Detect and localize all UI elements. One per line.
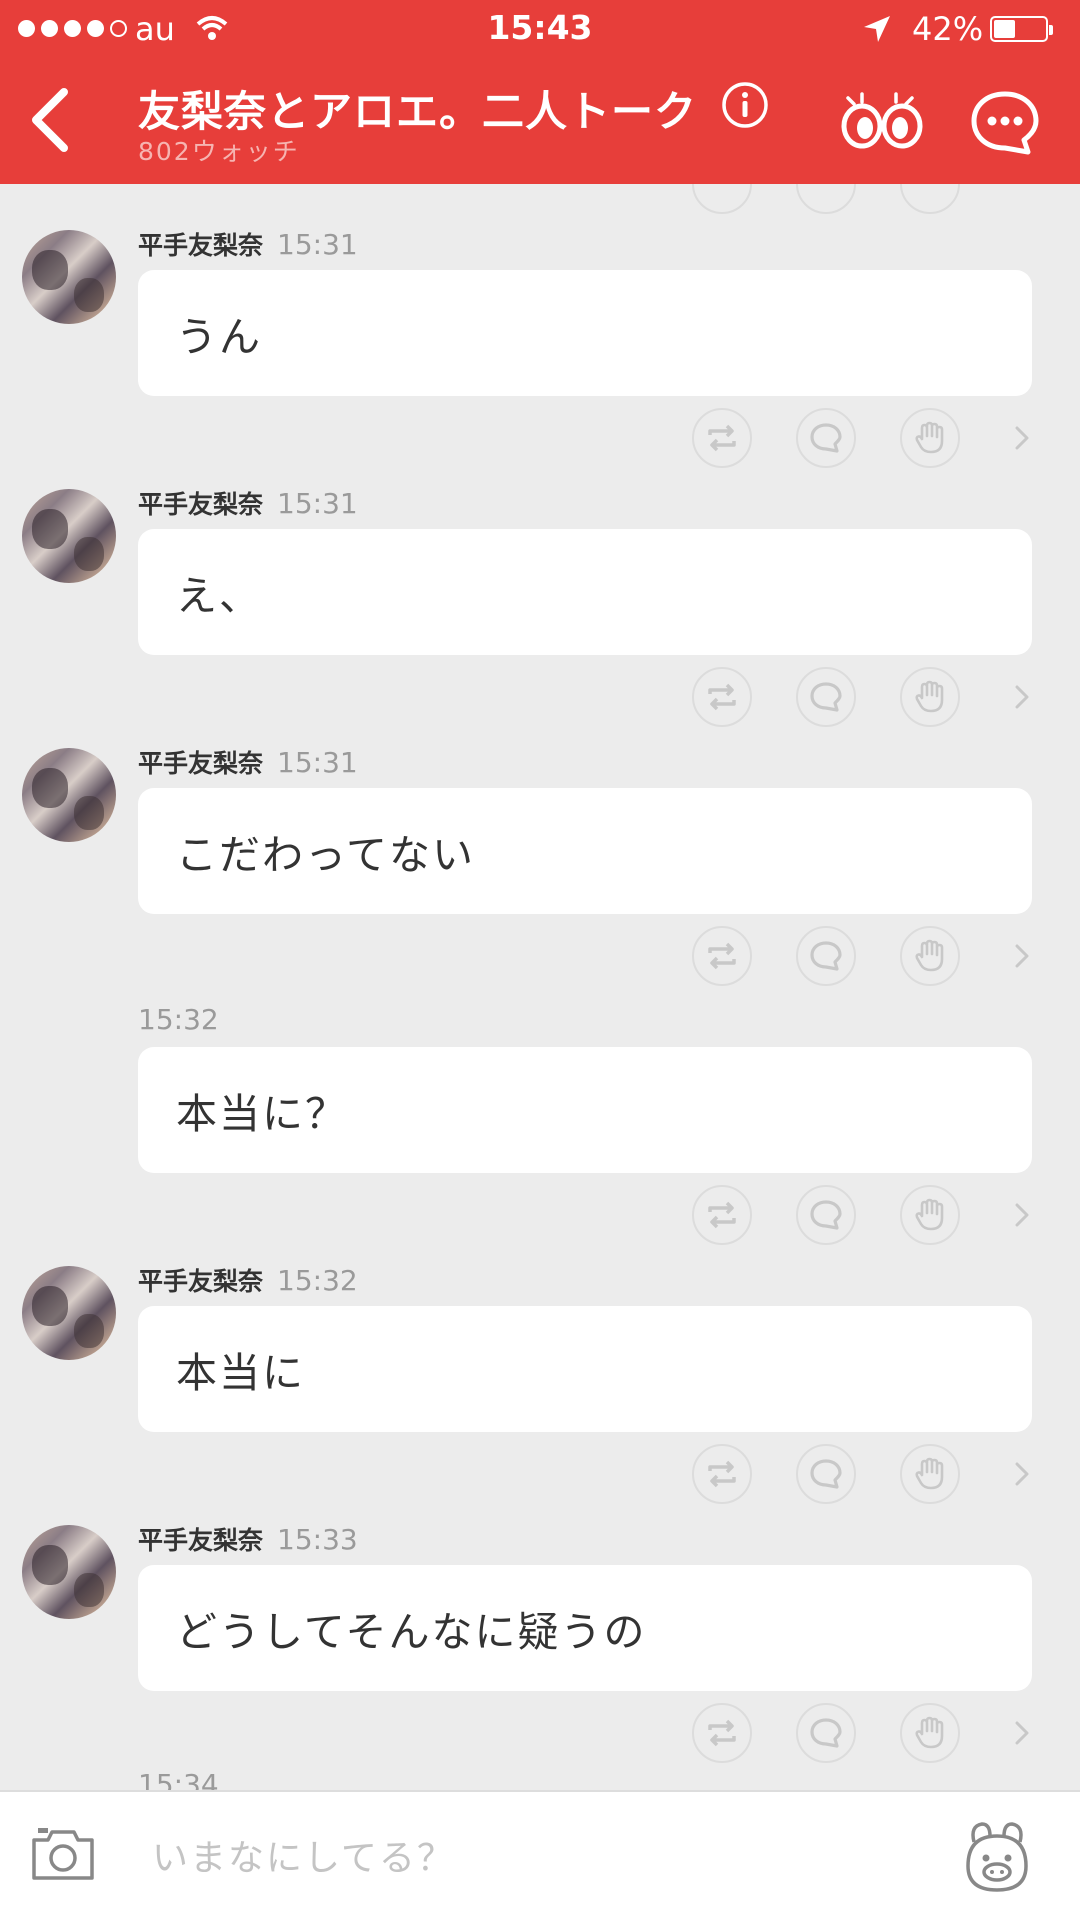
- message-text: え、: [176, 572, 262, 620]
- message-item: 平手友梨奈 15:31 うん: [0, 194, 1080, 468]
- message-time: 15:32: [277, 1264, 358, 1297]
- compose-bar: [0, 1790, 1080, 1920]
- chat-menu-icon[interactable]: [970, 90, 1040, 160]
- comment-icon: [810, 1718, 842, 1748]
- repost-button[interactable]: [692, 1703, 752, 1763]
- cheer-hand-icon: [915, 421, 944, 454]
- comment-icon: [810, 423, 842, 453]
- message-text: 本当に？: [176, 1090, 348, 1138]
- cheer-hand-icon: [915, 1457, 944, 1490]
- message-meta: 平手友梨奈 15:31: [138, 485, 358, 521]
- message-time: 15:31: [277, 487, 358, 520]
- page-title: 友梨奈とアロエ。二人トーク: [138, 87, 698, 136]
- message-item: 平手友梨奈 15:31 え、: [0, 453, 1080, 727]
- more-button[interactable]: [1002, 1703, 1042, 1763]
- avatar[interactable]: [22, 1525, 116, 1619]
- repost-icon: [708, 1460, 736, 1488]
- sender-name: 平手友梨奈: [138, 490, 264, 519]
- message-meta: 平手友梨奈 15:31: [138, 744, 358, 780]
- back-icon: [32, 88, 68, 152]
- repost-icon: [708, 1719, 736, 1747]
- avatar[interactable]: [22, 1266, 116, 1360]
- cheer-hand-icon: [915, 1716, 944, 1749]
- chevron-right-icon: [1015, 1721, 1029, 1745]
- camera-icon[interactable]: [30, 1824, 96, 1888]
- message-bubble[interactable]: 本当に？: [138, 1047, 1032, 1173]
- info-icon[interactable]: [720, 80, 770, 134]
- message-input[interactable]: [150, 1822, 914, 1894]
- avatar[interactable]: [22, 489, 116, 583]
- sender-name: 平手友梨奈: [138, 749, 264, 778]
- message-item: 平手友梨奈 15:32 本当に: [0, 1230, 1080, 1504]
- app-header: au 15:43 42% 友梨奈とアロエ。二人トーク 802ウォッチ: [0, 0, 1080, 184]
- message-meta: 平手友梨奈 15:33: [138, 1521, 358, 1557]
- avatar[interactable]: [22, 230, 116, 324]
- message-item: 15:32 本当に？: [0, 971, 1080, 1245]
- repost-icon: [708, 683, 736, 711]
- cheer-button[interactable]: [900, 1703, 960, 1763]
- sender-name: 平手友梨奈: [138, 1526, 264, 1555]
- back-button[interactable]: [22, 82, 92, 162]
- chevron-right-icon: [1015, 944, 1029, 968]
- cheer-hand-icon: [915, 939, 944, 972]
- previous-message-actions: [0, 184, 1080, 214]
- message-meta: 15:32: [138, 1003, 219, 1036]
- comment-icon: [810, 1459, 842, 1489]
- comment-icon: [810, 682, 842, 712]
- message-bubble[interactable]: 本当に: [138, 1306, 1032, 1432]
- chevron-right-icon: [1015, 426, 1029, 450]
- message-item: 平手友梨奈 15:31 こだわってない: [0, 712, 1080, 986]
- comment-icon: [810, 1200, 842, 1230]
- cheer-hand-icon: [915, 680, 944, 713]
- sender-name: 平手友梨奈: [138, 1267, 264, 1296]
- message-bubble[interactable]: どうしてそんなに疑うの: [138, 1565, 1032, 1691]
- message-text: 本当に: [176, 1349, 305, 1397]
- page-subtitle: 802ウォッチ: [138, 137, 300, 166]
- message-actions: [0, 1703, 1080, 1763]
- message-time: 15:33: [277, 1523, 358, 1556]
- stamp-icon[interactable]: [960, 1820, 1034, 1898]
- battery-icon: [990, 16, 1053, 42]
- message-meta: 平手友梨奈 15:31: [138, 226, 358, 262]
- message-time: 15:31: [277, 228, 358, 261]
- avatar[interactable]: [22, 748, 116, 842]
- message-time: 15:31: [277, 746, 358, 779]
- message-bubble[interactable]: こだわってない: [138, 788, 1032, 914]
- chevron-right-icon: [1015, 1462, 1029, 1486]
- watch-eyes-icon[interactable]: [840, 90, 926, 154]
- status-bar: au 15:43 42%: [0, 0, 1080, 60]
- chevron-right-icon: [1015, 685, 1029, 709]
- message-item: 平手友梨奈 15:33 どうしてそんなに疑うの: [0, 1489, 1080, 1763]
- message-bubble[interactable]: え、: [138, 529, 1032, 655]
- location-arrow-icon: [862, 14, 892, 52]
- message-meta: 平手友梨奈 15:32: [138, 1262, 358, 1298]
- message-time: 15:34: [138, 1768, 219, 1790]
- repost-icon: [708, 942, 736, 970]
- comment-icon: [810, 941, 842, 971]
- cheer-hand-icon: [915, 1198, 944, 1231]
- message-time: 15:32: [138, 1003, 219, 1036]
- chevron-right-icon: [1015, 1203, 1029, 1227]
- repost-icon: [708, 1201, 736, 1229]
- battery-percentage: 42%: [912, 10, 984, 48]
- repost-icon: [708, 424, 736, 452]
- chat-list[interactable]: 平手友梨奈 15:31 うん 平手友梨奈 15:31 え、 平手友梨奈 15:3…: [0, 184, 1080, 1790]
- message-bubble[interactable]: うん: [138, 270, 1032, 396]
- comment-button[interactable]: [796, 1703, 856, 1763]
- message-text: どうしてそんなに疑うの: [176, 1608, 647, 1656]
- message-text: うん: [176, 313, 262, 361]
- sender-name: 平手友梨奈: [138, 231, 264, 260]
- message-text: こだわってない: [176, 831, 475, 879]
